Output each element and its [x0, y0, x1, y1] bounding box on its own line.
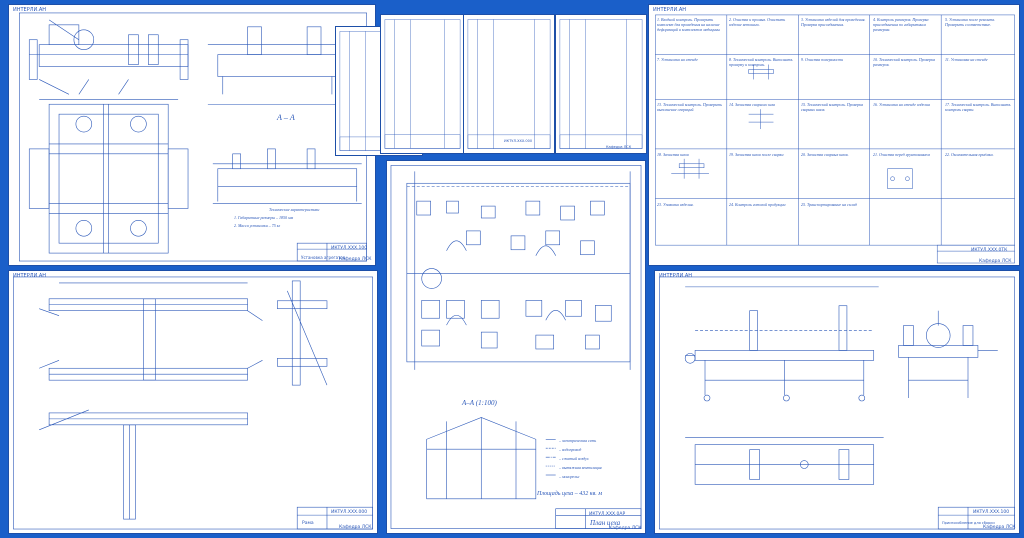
assembly-drawing-sheet: ИНТЕРЛИ.АН А – А Технические характерист…: [8, 4, 376, 266]
process-step: 7. Установка на стенде: [657, 57, 698, 62]
process-step: 25. Транспортирование на склад: [801, 202, 857, 207]
legend-item: – монорельс: [559, 474, 580, 479]
title-block-org: Кафедра ЛСК: [339, 257, 372, 262]
title-block-code: ИКТУЛ.ХХХ.0ТК: [971, 248, 1008, 253]
process-step: 13. Технический контроль. Проверить выпо…: [657, 102, 723, 112]
frame-drawing-sheet: ИНТЕРЛИ.АН ИКТУЛ.ХХХ.000 Рама Кафедра ЛС…: [8, 270, 378, 534]
stand-drawing-sheet: ИНТЕРЛИ.АН ИКТУЛ.ХХХ.100 Приспособление …: [654, 270, 1020, 534]
spec-code: ИКТУЛ.ХХХ.000: [504, 139, 533, 143]
process-step: 9. Очистка поверхности: [801, 57, 844, 62]
section-label: А – А: [277, 113, 295, 122]
title-block-org: Кафедра ЛСК: [979, 259, 1012, 264]
process-step: 22. Окончательная приёмка.: [945, 152, 994, 157]
process-step: 4. Контроль размеров. Проверка присоедин…: [873, 17, 929, 32]
note-1: 1. Габаритные размеры – 1850 мм: [234, 215, 294, 220]
stand-drawing: [659, 276, 1015, 530]
shop-area: Площадь цеха – 432 кв. м: [537, 491, 603, 497]
process-step: 18. Зачистка швов: [657, 152, 689, 157]
legend-item: – сжатый воздух: [559, 456, 589, 461]
notes-title: Технические характеристики: [269, 207, 320, 212]
note-2: 2. Масса установки – 75 кг: [234, 223, 281, 228]
process-step: 21. Очистка перед грунтованием: [873, 152, 930, 157]
legend-item: – водопровод: [559, 447, 582, 452]
spec-sheet-3: ИКТУЛ.ХХХ.000: [463, 14, 555, 154]
process-step: 5. Установка после ремонта. Проверить со…: [945, 17, 996, 27]
process-step: 24. Контроль готовой продукции: [729, 202, 786, 207]
process-step: 20. Зачистка сварных швов.: [801, 152, 849, 157]
legend-item: – электрическая сеть: [559, 438, 597, 443]
process-step: 15. Технический контроль. Проверка сварн…: [801, 102, 864, 112]
title-block-code: ИКТУЛ.ХХХ.0АР: [589, 512, 626, 517]
title-block-code: ИКТУЛ.ХХХ.000: [331, 510, 368, 515]
process-step: 3. Установка изделий для проведения. Про…: [801, 17, 866, 27]
section-label: А–А (1:100): [462, 399, 497, 407]
title-block-code: ИКТУЛ.ХХХ.100: [973, 510, 1010, 515]
process-step: 23. Упаковка изделия.: [657, 202, 694, 207]
process-step: 19. Зачистка швов после сварки: [729, 152, 784, 157]
process-grid: [655, 14, 1015, 264]
process-step: 11. Установка на стенде: [945, 57, 988, 62]
process-step: 16. Установка на стенде изделия: [873, 102, 930, 107]
process-chart-sheet: ИНТЕРЛИ.АН 1. Входной контроль. Проверит…: [648, 4, 1020, 266]
process-step: 17. Технический контроль. Выполнить конт…: [945, 102, 1011, 112]
process-step: 10. Технический контроль. Проверка разме…: [873, 57, 936, 67]
process-step: 14. Зачистка сварного шва: [729, 102, 776, 107]
frame-drawing: [13, 276, 373, 530]
title-block-org: Кафедра ЛСК: [983, 525, 1016, 530]
spec-sheet-4: Кафедра ЛСК: [555, 14, 647, 154]
legend-item: – вытяжная вентиляция: [559, 465, 602, 470]
spec-org: Кафедра ЛСК: [606, 145, 632, 149]
process-step: 2. Очистка и промыв. Очистить изделие ве…: [729, 17, 786, 27]
title-block-org: Кафедра ЛСК: [339, 525, 372, 530]
title-block-title: Рама: [302, 521, 314, 526]
process-step: 1. Входной контроль. Проверить комплект …: [657, 17, 721, 32]
title-block-org: Кафедра ЛСК: [609, 526, 642, 531]
title-block-code: ИКТУЛ.ХХХ.100: [331, 246, 368, 251]
shop-plan-sheet: А–А (1:100) Площадь цеха – 432 кв. м – э…: [386, 160, 646, 534]
process-step: 8. Технический контроль. Выполнить прове…: [729, 57, 793, 67]
spec-sheet-2: [380, 14, 465, 154]
